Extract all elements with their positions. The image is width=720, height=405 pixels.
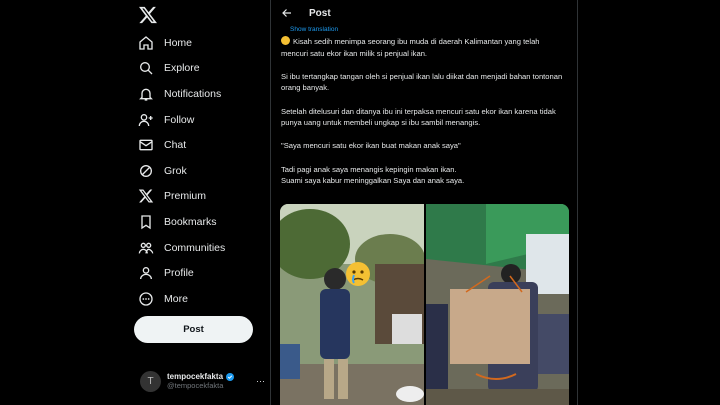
nav-label-more: More [164, 292, 188, 305]
photo-2-illustration [425, 204, 569, 405]
nav-item-premium[interactable]: Premium [138, 184, 225, 210]
verified-badge-icon [226, 372, 235, 381]
nav-label-grok: Grok [164, 164, 187, 177]
search-icon [138, 60, 154, 76]
tweet-paragraph-5: Tadi pagi anak saya menangis kepingin ma… [281, 164, 465, 186]
account-more-icon[interactable]: ··· [256, 376, 265, 386]
nav-label-explore: Explore [164, 62, 200, 75]
nav-label-profile: Profile [164, 267, 194, 280]
nav-item-chat[interactable]: Chat [138, 132, 225, 158]
bookmark-icon [138, 214, 154, 230]
nav-item-follow[interactable]: Follow [138, 107, 225, 133]
mail-icon [138, 137, 154, 153]
account-name-row: tempocekfakta [167, 372, 252, 381]
nav-item-home[interactable]: Home [138, 30, 225, 56]
post-button[interactable]: Post [134, 316, 253, 343]
nav-label-home: Home [164, 36, 193, 49]
left-sidebar: Home Explore Notifications Follow Chat G… [0, 0, 270, 405]
bell-icon [138, 86, 154, 102]
x-logo-icon[interactable] [138, 5, 158, 25]
nav-item-communities[interactable]: Communities [138, 235, 225, 261]
account-switcher[interactable]: T tempocekfakta @tempocekfakta ··· [140, 366, 265, 396]
home-icon [138, 35, 154, 51]
photo-1-illustration [280, 204, 424, 405]
nav-item-more[interactable]: More [138, 286, 225, 312]
tweet-paragraph-1-text: Kisah sedih menimpa seorang ibu muda di … [281, 37, 540, 58]
account-info: tempocekfakta @tempocekfakta [167, 372, 252, 390]
nav-label-chat: Chat [164, 139, 187, 152]
nav-item-grok[interactable]: Grok [138, 158, 225, 184]
communities-icon [138, 240, 154, 256]
show-translation-link[interactable]: Show translation [290, 26, 567, 33]
nav-item-bookmarks[interactable]: Bookmarks [138, 209, 225, 235]
nav-label-follow: Follow [164, 113, 195, 126]
tweet-photo-2[interactable] [425, 204, 569, 405]
avatar: T [140, 370, 161, 392]
account-handle: @tempocekfakta [167, 381, 224, 390]
nav-item-notifications[interactable]: Notifications [138, 81, 225, 107]
grok-icon [138, 163, 154, 179]
more-circle-icon [138, 291, 154, 307]
nav-label-premium: Premium [164, 190, 207, 203]
crying-face-emoji-icon [281, 36, 290, 45]
person-add-icon [138, 112, 154, 128]
tweet-paragraph-2: Si ibu tertangkap tangan oleh si penjual… [281, 71, 563, 93]
tweet-photo-1[interactable] [280, 204, 424, 405]
post-header: Post [271, 0, 577, 26]
tweet-body: Show translation Kisah sedih menimpa seo… [271, 26, 577, 187]
nav-label-bookmarks: Bookmarks [164, 215, 217, 228]
back-arrow-icon[interactable] [281, 7, 293, 19]
x-premium-icon [138, 188, 154, 204]
nav-label-communities: Communities [164, 241, 226, 254]
tweet-media[interactable] [280, 204, 569, 405]
tweet-paragraph-1: Kisah sedih menimpa seorang ibu muda di … [281, 36, 567, 59]
tweet-paragraph-3: Setelah ditelusuri dan ditanya ibu ini t… [281, 106, 556, 128]
person-icon [138, 265, 154, 281]
page-title: Post [309, 7, 331, 19]
main-nav: Home Explore Notifications Follow Chat G… [138, 30, 225, 312]
tweet-paragraph-4: "Saya mencuri satu ekor ikan buat makan … [281, 141, 461, 151]
nav-item-profile[interactable]: Profile [138, 260, 225, 286]
account-name: tempocekfakta [167, 372, 224, 381]
main-column: Post Show translation Kisah sedih menimp… [270, 0, 578, 405]
nav-item-explore[interactable]: Explore [138, 56, 225, 82]
nav-label-notifications: Notifications [164, 87, 222, 100]
